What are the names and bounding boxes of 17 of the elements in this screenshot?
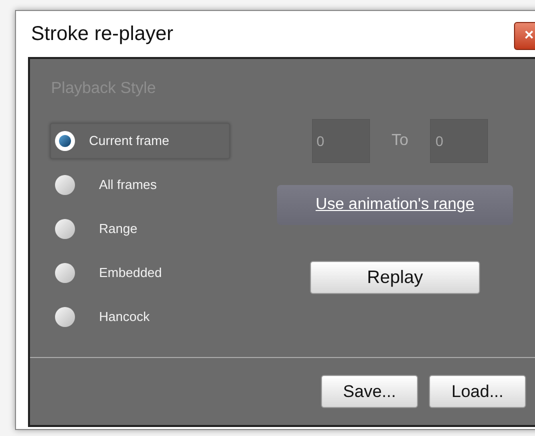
radio-icon: [55, 219, 75, 239]
radio-icon: [55, 263, 75, 283]
range-link[interactable]: Use animation's range: [277, 185, 513, 225]
footer-button[interactable]: Save...: [321, 375, 418, 408]
radio-icon: [55, 175, 75, 195]
radio-option[interactable]: Hancock: [50, 299, 230, 335]
window-title: Stroke re-player: [31, 22, 174, 47]
close-button[interactable]: ×: [514, 22, 535, 50]
replay-button[interactable]: Replay: [310, 261, 480, 294]
radio-option[interactable]: Current frame: [50, 123, 230, 159]
radio-icon: [55, 307, 75, 327]
to-label: To: [392, 131, 408, 151]
footer-button[interactable]: Load...: [429, 375, 526, 408]
radio-option[interactable]: Range: [50, 211, 230, 247]
radio-option[interactable]: All frames: [50, 167, 230, 203]
radio-icon: [55, 131, 75, 151]
radio-option[interactable]: Embedded: [50, 255, 230, 291]
